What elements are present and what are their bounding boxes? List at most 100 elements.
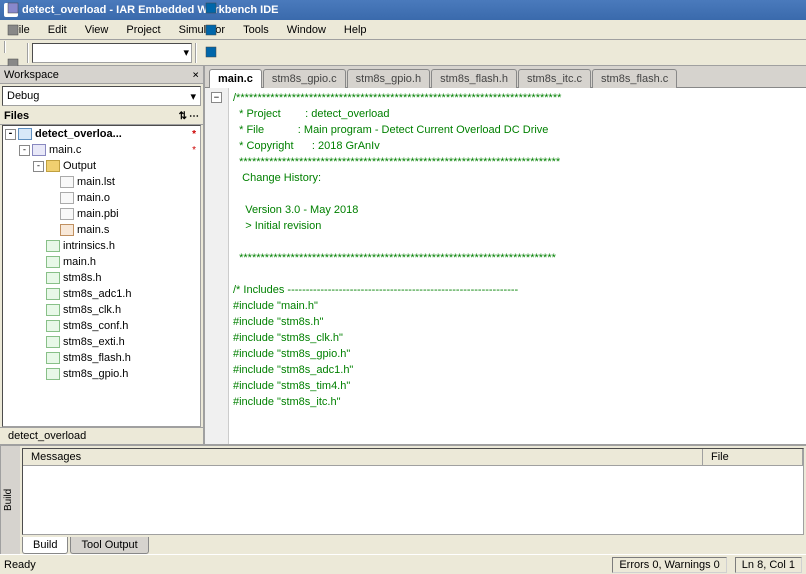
- tree-item[interactable]: main.s: [3, 222, 200, 238]
- menu-view[interactable]: View: [77, 22, 117, 38]
- tree-item[interactable]: - Output: [3, 158, 200, 174]
- separator: [195, 43, 197, 63]
- h-icon: [46, 352, 60, 364]
- main-area: Workspace × Debug ▾ Files ⇅ ⋯ -detect_ov…: [0, 66, 806, 444]
- status-position: Ln 8, Col 1: [735, 557, 802, 573]
- tree-label: main.s: [77, 224, 109, 236]
- separator: [4, 41, 6, 53]
- config-combo[interactable]: Debug ▾: [2, 86, 201, 106]
- print-button[interactable]: [2, 19, 24, 41]
- step-into-button[interactable]: [200, 19, 222, 41]
- toolbar-main: ▾: [0, 40, 806, 66]
- asm-icon: [60, 224, 74, 236]
- tree-item[interactable]: stm8s_flash.h: [3, 350, 200, 366]
- status-errors: Errors 0, Warnings 0: [612, 557, 726, 573]
- chevron-down-icon: ▾: [190, 90, 196, 103]
- tree-item[interactable]: main.pbi: [3, 206, 200, 222]
- gutter[interactable]: −: [205, 88, 229, 444]
- h-icon: [46, 336, 60, 348]
- files-label: Files: [4, 110, 29, 122]
- editor-tab[interactable]: stm8s_gpio.c: [263, 69, 346, 88]
- titlebar: detect_overload - IAR Embedded Workbench…: [0, 0, 806, 20]
- tree-label: main.o: [77, 192, 110, 204]
- c-icon: [32, 144, 46, 156]
- tree-item[interactable]: - main.c *: [3, 142, 200, 158]
- find-combo[interactable]: ▾: [32, 43, 192, 63]
- fold-icon[interactable]: −: [211, 92, 222, 103]
- tree-label: main.lst: [77, 176, 115, 188]
- h-icon: [46, 320, 60, 332]
- h-icon: [46, 304, 60, 316]
- txt-icon: [60, 192, 74, 204]
- editor-area: main.cstm8s_gpio.cstm8s_gpio.hstm8s_flas…: [205, 66, 806, 444]
- tree-label: main.c: [49, 144, 81, 156]
- tree-item[interactable]: stm8s_gpio.h: [3, 366, 200, 382]
- txt-icon: [60, 208, 74, 220]
- tree-item[interactable]: main.lst: [3, 174, 200, 190]
- tree-item[interactable]: stm8s_conf.h: [3, 318, 200, 334]
- menubar: FileEditViewProjectSimulatorToolsWindowH…: [0, 20, 806, 40]
- chevron-down-icon: ▾: [183, 46, 189, 59]
- window-title: detect_overload - IAR Embedded Workbench…: [22, 4, 279, 16]
- build-side-label: Build: [0, 446, 20, 554]
- workspace-title: Workspace ×: [0, 66, 203, 84]
- col-messages[interactable]: Messages: [23, 449, 703, 465]
- h-icon: [46, 368, 60, 380]
- menu-project[interactable]: Project: [118, 22, 168, 38]
- editor-tab[interactable]: stm8s_gpio.h: [347, 69, 430, 88]
- editor-tabs: main.cstm8s_gpio.cstm8s_gpio.hstm8s_flas…: [205, 66, 806, 88]
- expand-icon[interactable]: -: [19, 145, 30, 156]
- file-tree[interactable]: -detect_overloa...*-main.c*-Outputmain.l…: [2, 125, 201, 427]
- h-icon: [46, 272, 60, 284]
- tree-item[interactable]: intrinsics.h: [3, 238, 200, 254]
- menu-tools[interactable]: Tools: [235, 22, 277, 38]
- proj-icon: [18, 128, 32, 140]
- tree-label: stm8s_adc1.h: [63, 288, 131, 300]
- expand-icon[interactable]: -: [33, 161, 44, 172]
- editor-tab[interactable]: stm8s_flash.c: [592, 69, 677, 88]
- tree-item[interactable]: stm8s.h: [3, 270, 200, 286]
- menu-edit[interactable]: Edit: [40, 22, 75, 38]
- tree-label: Output: [63, 160, 96, 172]
- tree-label: intrinsics.h: [63, 240, 115, 252]
- modified-icon: *: [192, 145, 196, 156]
- build-tab[interactable]: Build: [22, 537, 68, 554]
- files-header: Files ⇅ ⋯: [0, 108, 203, 125]
- workspace-tab[interactable]: detect_overload: [0, 427, 203, 444]
- menu-help[interactable]: Help: [336, 22, 375, 38]
- build-tab[interactable]: Tool Output: [70, 537, 148, 554]
- tree-item[interactable]: main.h: [3, 254, 200, 270]
- tree-label: detect_overloa...: [35, 128, 122, 140]
- separator: [27, 43, 29, 63]
- build-body: Messages File BuildTool Output: [20, 446, 806, 554]
- options-icon[interactable]: ⋯: [189, 111, 199, 122]
- step-over-button[interactable]: [200, 0, 222, 19]
- saveall-button[interactable]: [2, 0, 24, 19]
- editor-tab[interactable]: main.c: [209, 69, 262, 88]
- h-icon: [46, 240, 60, 252]
- tree-item[interactable]: main.o: [3, 190, 200, 206]
- editor-tab[interactable]: stm8s_flash.h: [431, 69, 517, 88]
- modified-icon: *: [192, 129, 196, 140]
- sort-icon[interactable]: ⇅: [179, 111, 187, 122]
- tree-item[interactable]: stm8s_adc1.h: [3, 286, 200, 302]
- workspace-title-text: Workspace: [4, 69, 59, 81]
- col-file[interactable]: File: [703, 449, 803, 465]
- tree-item[interactable]: - detect_overloa... *: [3, 126, 200, 142]
- tree-label: stm8s_conf.h: [63, 320, 128, 332]
- status-ready: Ready: [4, 559, 36, 571]
- h-icon: [46, 288, 60, 300]
- editor-tab[interactable]: stm8s_itc.c: [518, 69, 591, 88]
- statusbar: Ready Errors 0, Warnings 0 Ln 8, Col 1: [0, 554, 806, 574]
- tree-item[interactable]: stm8s_clk.h: [3, 302, 200, 318]
- build-panel: Build Messages File BuildTool Output: [0, 444, 806, 554]
- build-content[interactable]: [23, 466, 803, 534]
- tree-label: main.h: [63, 256, 96, 268]
- expand-icon[interactable]: -: [5, 129, 16, 140]
- menu-window[interactable]: Window: [279, 22, 334, 38]
- tree-item[interactable]: stm8s_exti.h: [3, 334, 200, 350]
- code-editor[interactable]: /***************************************…: [229, 88, 806, 444]
- step-out-button[interactable]: [200, 41, 222, 63]
- close-icon[interactable]: ×: [192, 68, 199, 81]
- folder-icon: [46, 160, 60, 172]
